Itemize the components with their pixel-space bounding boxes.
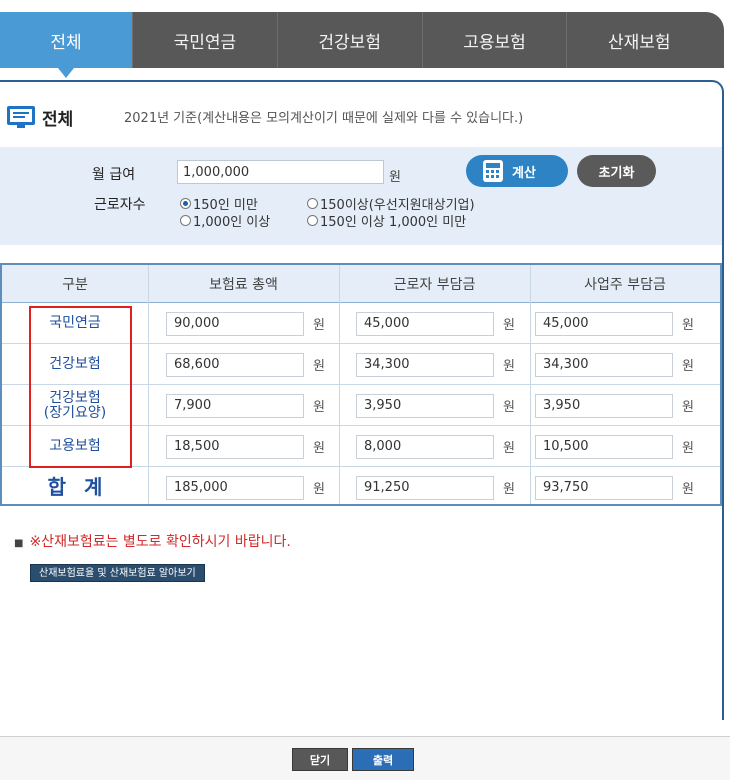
unit-label: 원 [682,400,694,415]
header-employer: 사업주 부담금 [584,277,666,293]
employer-contribution-field[interactable]: 3,950 [535,393,673,418]
unit-label: 원 [503,318,515,333]
header-total: 보험료 총액 [209,277,278,293]
unit-label: 원 [503,400,515,415]
worker-contribution-field[interactable]: 3,950 [356,393,494,418]
unit-label: 원 [503,359,515,374]
radio-icon [307,198,318,209]
calculator-icon [483,160,503,182]
table-header: 구분 보험료 총액 근로자 부담금 사업주 부담금 [2,265,720,303]
employer-contribution-field[interactable]: 34,300 [535,352,673,377]
header-category: 구분 [62,277,88,293]
worker-contribution-field-cell: 91,250 원 [356,467,515,508]
salary-label: 월 급여 [92,167,136,183]
reset-label: 초기화 [598,165,635,181]
worker-contribution-field-cell: 34,300 원 [356,344,515,385]
print-button[interactable]: 출력 [352,748,414,771]
employer-contribution-field-cell: 3,950 원 [535,385,694,426]
radio-150-to-1000[interactable]: 150인 이상 1,000인 미만 [307,211,466,230]
tab-national-pension[interactable]: 국민연금 [132,12,277,68]
salary-input[interactable] [177,160,384,184]
unit-label: 원 [313,359,325,374]
total-amount-field[interactable]: 68,600 [166,352,304,377]
tab-bar: 전체 국민연금 건강보험 고용보험 산재보험 [0,12,724,78]
employer-contribution-field[interactable]: 10,500 [535,434,673,459]
unit-label: 원 [313,482,325,497]
tab-health-insurance[interactable]: 건강보험 [276,12,422,68]
workers-label: 근로자수 [94,197,146,213]
calculate-label: 계산 [512,165,536,181]
employer-contribution-field[interactable]: 45,000 [535,311,673,336]
radio-icon [180,215,191,226]
employer-contribution-field[interactable]: 93,750 [535,475,673,500]
unit-label: 원 [503,441,515,456]
total-amount-field[interactable]: 90,000 [166,311,304,336]
radio-icon [307,215,318,226]
radio-label: 150인 이상 1,000인 미만 [320,215,467,230]
total-amount-field-cell: 68,600 원 [166,344,325,385]
worker-contribution-field[interactable]: 8,000 [356,434,494,459]
worker-contribution-field[interactable]: 45,000 [356,311,494,336]
tab-industrial-accident-insurance[interactable]: 산재보험 [566,12,711,68]
worker-contribution-field-cell: 3,950 원 [356,385,515,426]
notice: ■ ※산재보험료는 별도로 확인하시기 바랍니다. [14,531,291,551]
unit-label: 원 [503,482,515,497]
total-amount-field-cell: 7,900 원 [166,385,325,426]
employer-contribution-field-cell: 93,750 원 [535,467,694,508]
tab-employment-insurance[interactable]: 고용보험 [421,12,567,68]
monitor-icon [7,106,35,128]
reset-button[interactable]: 초기화 [577,155,656,187]
salary-unit: 원 [389,170,401,185]
section-title: 전체 [42,109,74,130]
unit-label: 원 [682,359,694,374]
unit-label: 원 [682,482,694,497]
calculate-button[interactable]: 계산 [466,155,568,187]
row-label: 합계 [47,475,121,499]
unit-label: 원 [313,441,325,456]
employer-contribution-field-cell: 34,300 원 [535,344,694,385]
industrial-accident-rate-link[interactable]: 산재보험료율 및 산재보험료 알아보기 [30,564,205,582]
section-note: 2021년 기준(계산내용은 모의계산이기 때문에 실제와 다를 수 있습니다.… [124,111,524,126]
total-amount-field[interactable]: 7,900 [166,393,304,418]
header-worker: 근로자 부담금 [393,277,476,293]
unit-label: 원 [682,441,694,456]
highlight-box [29,306,132,468]
total-amount-field-cell: 90,000 원 [166,303,325,344]
radio-over-1000[interactable]: 1,000인 이상 [180,211,270,230]
unit-label: 원 [682,318,694,333]
total-amount-field[interactable]: 185,000 [166,475,304,500]
worker-contribution-field[interactable]: 91,250 [356,475,494,500]
section-heading: 전체 [6,102,73,132]
total-amount-field-cell: 18,500 원 [166,426,325,467]
total-amount-field-cell: 185,000 원 [166,467,325,508]
bullet-icon: ■ [14,538,24,549]
total-amount-field[interactable]: 18,500 [166,434,304,459]
notice-text: ※산재보험료는 별도로 확인하시기 바랍니다. [29,534,291,550]
radio-selected-icon [180,198,191,209]
worker-contribution-field[interactable]: 34,300 [356,352,494,377]
employer-contribution-field-cell: 45,000 원 [535,303,694,344]
unit-label: 원 [313,318,325,333]
close-button[interactable]: 닫기 [292,748,348,771]
employer-contribution-field-cell: 10,500 원 [535,426,694,467]
worker-contribution-field-cell: 8,000 원 [356,426,515,467]
radio-label: 1,000인 이상 [193,215,271,230]
table-row: 합계 185,000 원 91,250 원 93,750 원 [2,467,720,508]
worker-contribution-field-cell: 45,000 원 [356,303,515,344]
tab-all[interactable]: 전체 [0,12,132,78]
unit-label: 원 [313,400,325,415]
